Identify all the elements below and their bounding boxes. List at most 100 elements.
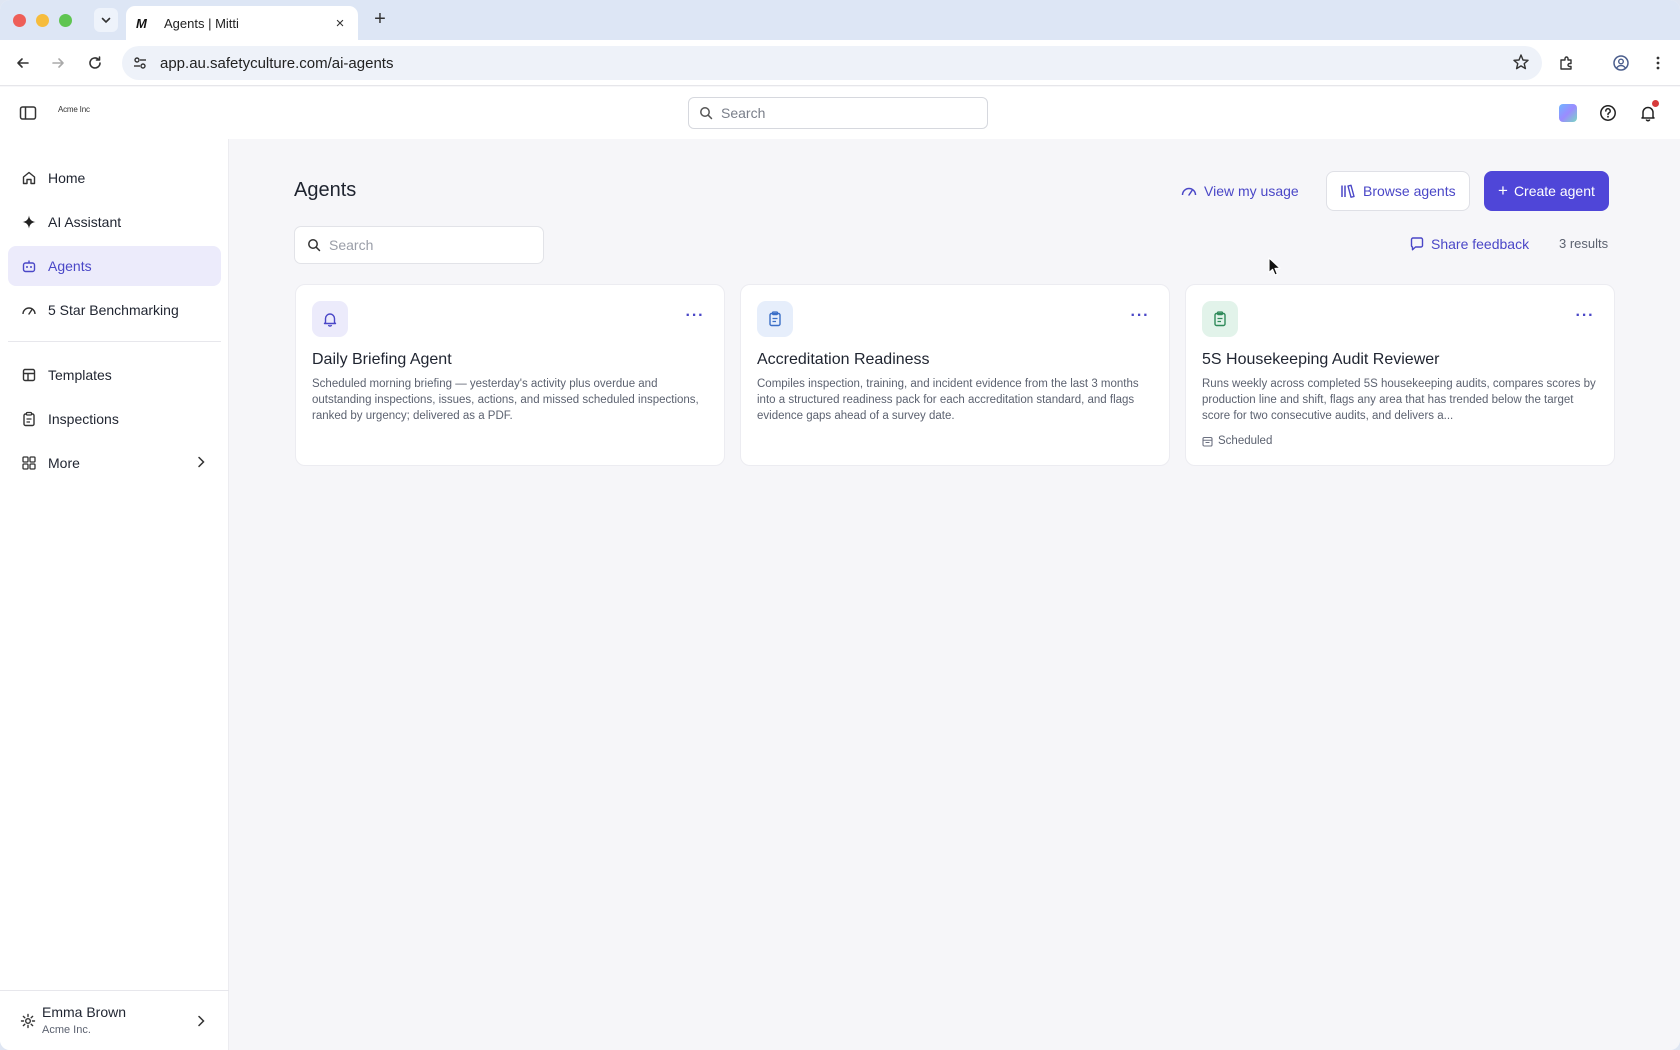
browser-tab[interactable]: M Agents | Mitti × (126, 6, 358, 40)
search-icon (308, 239, 321, 252)
library-icon (1341, 184, 1355, 198)
browse-agents-label: Browse agents (1363, 183, 1456, 199)
tab-title: Agents | Mitti (164, 15, 239, 31)
clipboard-icon (1214, 311, 1226, 327)
puzzle-icon (1560, 56, 1572, 70)
sparkle-icon (20, 213, 38, 231)
agent-icon-tile (1202, 301, 1238, 337)
sidebar-item-more[interactable]: More (8, 443, 221, 483)
browser-menu-button[interactable] (1647, 52, 1669, 74)
bookmark-star-icon[interactable] (1512, 53, 1530, 76)
user-name: Emma Brown (42, 1004, 127, 1020)
tab-search-button[interactable] (94, 8, 118, 32)
ai-assistant-button[interactable] (1557, 102, 1579, 124)
arrow-right-icon (52, 58, 64, 68)
address-bar[interactable]: app.au.safetyculture.com/ai-agents (122, 46, 1542, 80)
sidebar: Home AI Assistant Agents 5 Star Benchmar… (0, 139, 229, 1050)
card-more-menu-button[interactable]: ··· (1572, 303, 1598, 329)
notification-dot (1652, 100, 1659, 107)
sidebar-item-inspections[interactable]: Inspections (8, 399, 221, 439)
user-org: Acme Inc. (42, 1024, 91, 1036)
agent-card-daily-briefing[interactable]: ··· Daily Briefing Agent Scheduled morni… (295, 284, 725, 466)
agent-card-title: 5S Housekeeping Audit Reviewer (1202, 351, 1440, 368)
close-window-button[interactable] (13, 14, 26, 27)
browser-window: M Agents | Mitti × + app.au.safetycultur… (0, 0, 1680, 1050)
help-button[interactable] (1597, 102, 1619, 124)
sidebar-toggle-button[interactable] (18, 103, 38, 123)
home-icon (20, 169, 38, 187)
sidebar-item-label: 5 Star Benchmarking (48, 302, 179, 318)
agent-icon-tile (312, 301, 348, 337)
sidebar-item-label: Agents (48, 258, 92, 274)
sidebar-item-label: Templates (48, 367, 112, 383)
template-icon (20, 366, 38, 384)
sidebar-panel-icon (19, 106, 37, 120)
app-root: Acme Inc Home AI As (0, 87, 1680, 1050)
user-menu[interactable]: Emma Brown Acme Inc. (0, 990, 229, 1050)
tab-strip: M Agents | Mitti × + (0, 0, 1680, 40)
agent-card-accreditation-readiness[interactable]: ··· Accreditation Readiness Compiles ins… (740, 284, 1170, 466)
global-search[interactable] (688, 97, 988, 129)
sidebar-item-home[interactable]: Home (8, 158, 221, 198)
sidebar-item-agents[interactable]: Agents (8, 246, 221, 286)
scheduled-badge-label: Scheduled (1218, 435, 1273, 447)
help-circle-icon (1600, 105, 1616, 121)
maximize-window-button[interactable] (59, 14, 72, 27)
gauge-icon (20, 301, 38, 319)
favicon-icon: M (136, 15, 147, 31)
agent-search[interactable] (294, 226, 544, 264)
sidebar-item-templates[interactable]: Templates (8, 355, 221, 395)
share-feedback-label: Share feedback (1431, 236, 1530, 252)
extensions-button[interactable] (1556, 52, 1578, 74)
browse-agents-button[interactable]: Browse agents (1326, 171, 1470, 211)
org-logo[interactable]: Acme Inc (58, 105, 90, 114)
view-usage-button[interactable]: View my usage (1180, 172, 1299, 210)
account-circle-icon (1613, 55, 1629, 71)
back-button[interactable] (12, 52, 34, 74)
results-count: 3 results (1559, 236, 1609, 251)
share-feedback-button[interactable]: Share feedback (1409, 229, 1529, 259)
gear-icon (20, 1013, 36, 1034)
ai-sparkle-icon (1559, 104, 1577, 122)
sidebar-item-label: More (48, 455, 80, 471)
new-tab-button[interactable]: + (370, 9, 390, 29)
calendar-icon (1202, 436, 1213, 447)
create-agent-label: Create agent (1513, 183, 1595, 199)
chevron-down-icon (101, 17, 111, 24)
notifications-button[interactable] (1637, 100, 1659, 124)
mouse-cursor (1268, 257, 1282, 282)
sidebar-item-5-star-benchmarking[interactable]: 5 Star Benchmarking (8, 290, 221, 330)
agent-card-description: Compiles inspection, training, and incid… (757, 378, 1139, 422)
global-search-input[interactable] (721, 105, 961, 121)
sidebar-divider (8, 341, 221, 342)
browser-toolbar: app.au.safetyculture.com/ai-agents (0, 40, 1680, 86)
minimize-window-button[interactable] (36, 14, 49, 27)
view-usage-label: View my usage (1204, 183, 1299, 199)
agent-card-description: Runs weekly across completed 5S housekee… (1202, 378, 1596, 422)
card-more-menu-button[interactable]: ··· (1127, 303, 1153, 329)
forward-button[interactable] (47, 52, 69, 74)
sidebar-item-ai-assistant[interactable]: AI Assistant (8, 202, 221, 242)
arrow-left-icon (17, 58, 29, 68)
bell-icon (323, 313, 337, 327)
site-settings-icon[interactable] (132, 55, 148, 71)
create-agent-button[interactable]: + Create agent (1484, 171, 1609, 211)
card-more-menu-button[interactable]: ··· (682, 303, 708, 329)
plus-icon: + (1498, 181, 1508, 200)
agent-card-description: Scheduled morning briefing — yesterday's… (312, 378, 699, 422)
agent-card-title: Daily Briefing Agent (312, 351, 452, 368)
url-text: app.au.safetyculture.com/ai-agents (160, 54, 394, 72)
reload-button[interactable] (84, 52, 106, 74)
agent-card-5s-housekeeping[interactable]: ··· 5S Housekeeping Audit Reviewer Runs … (1185, 284, 1615, 466)
reload-icon (89, 56, 101, 69)
sidebar-item-label: Inspections (48, 411, 119, 427)
tab-close-button[interactable]: × (332, 15, 348, 32)
cursor-arrow-icon (1268, 257, 1281, 276)
robot-icon (20, 257, 38, 275)
search-icon (700, 107, 713, 120)
agent-card-title: Accreditation Readiness (757, 351, 930, 368)
clipboard-icon (769, 311, 781, 327)
profile-button[interactable] (1610, 52, 1632, 74)
agent-search-input[interactable] (329, 237, 529, 253)
chat-bubble-icon (1410, 237, 1424, 251)
